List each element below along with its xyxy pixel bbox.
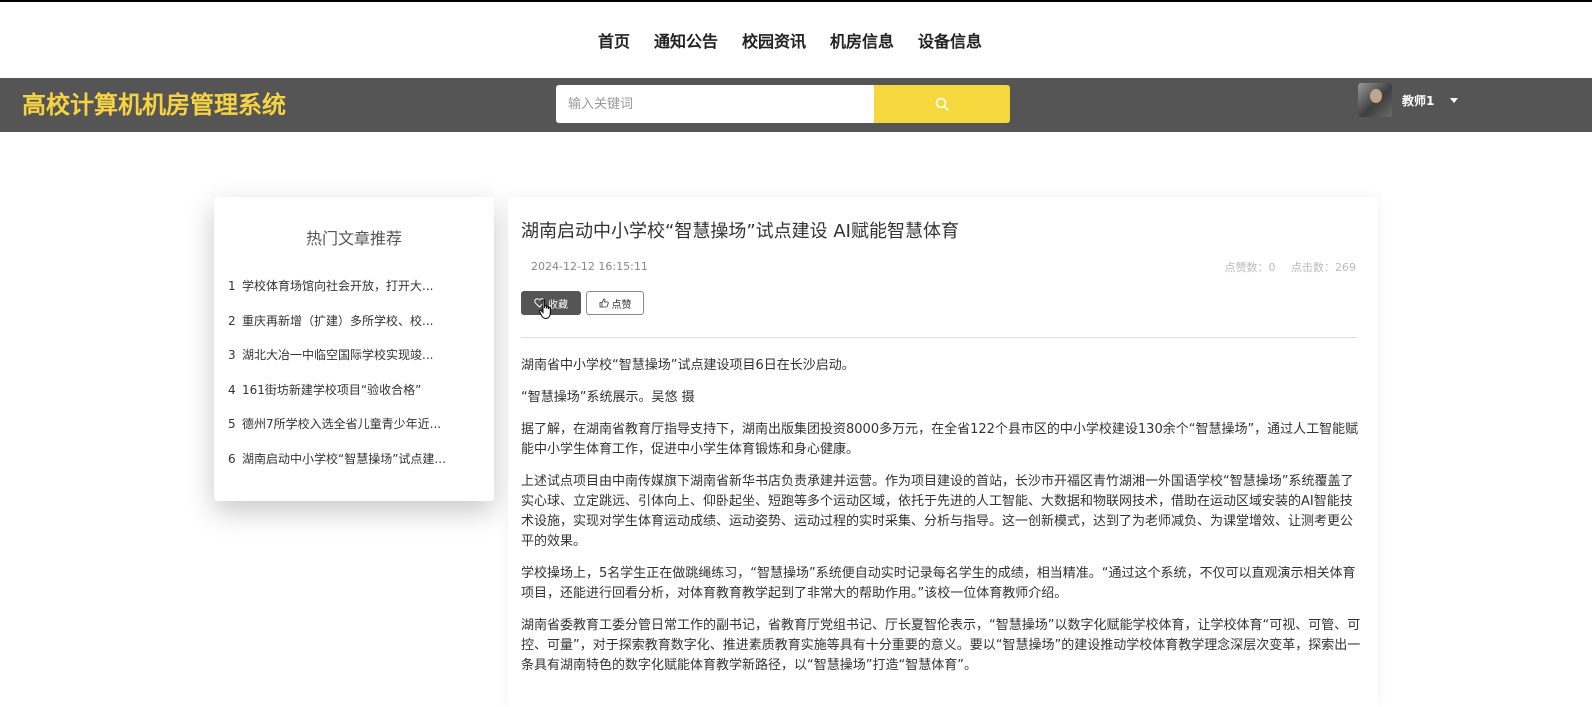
hot-article-number: 2 [228,313,236,328]
hot-article-number: 5 [228,417,236,432]
article-paragraph: 湖南省委教育工委分管日常工作的副书记，省教育厅党组书记、厅长夏智伦表示，“智慧操… [521,618,1361,673]
article-paragraph: 据了解，在湖南省教育厅指导支持下，湖南出版集团投资8000多万元，在全省122个… [521,422,1359,457]
hot-article-item[interactable]: 2 重庆再新增（扩建）多所学校、校... [228,312,446,347]
top-nav: 首页 通知公告 校园资讯 机房信息 设备信息 [0,28,1592,56]
hot-article-link[interactable]: 学校体育场馆向社会开放，打开大... [242,279,433,293]
hot-article-link[interactable]: 重庆再新增（扩建）多所学校、校... [242,314,433,328]
hot-articles-list: 1 学校体育场馆向社会开放，打开大... 2 重庆再新增（扩建）多所学校、校... … [228,277,446,485]
hot-article-item[interactable]: 4 161街坊新建学校项目“验收合格” [228,381,446,416]
article-card: 湖南启动中小学校“智慧操场”试点建设 AI赋能智慧体育 2024-12-12 1… [508,197,1378,707]
hot-article-item[interactable]: 1 学校体育场馆向社会开放，打开大... [228,277,446,312]
click-count: 点击数：269 [1291,261,1356,274]
hot-articles-title: 热门文章推荐 [305,229,402,248]
search-icon [935,97,949,111]
hot-article-number: 1 [228,279,236,293]
article-date: 2024-12-12 16:15:11 [531,260,648,273]
like-button[interactable]: 点赞 [586,291,644,315]
article-title: 湖南启动中小学校“智慧操场”试点建设 AI赋能智慧体育 [521,221,959,242]
nav-item-notices[interactable]: 通知公告 [654,28,718,56]
article-paragraph: 上述试点项目由中南传媒旗下湖南省新华书店负责承建并运营。作为项目建设的首站，长沙… [521,474,1354,549]
site-logo[interactable]: 高校计算机机房管理系统 [22,90,286,120]
hot-article-number: 4 [228,382,236,397]
hot-article-item[interactable]: 3 湖北大冶一中临空国际学校实现竣... [228,346,446,381]
avatar[interactable] [1358,83,1392,117]
username[interactable]: 教师1 [1402,92,1434,109]
hot-articles-panel: 热门文章推荐 1 学校体育场馆向社会开放，打开大... 2 重庆再新增（扩建）多所学… [214,197,494,501]
article-paragraph: 学校操场上，5名学生正在做跳绳练习，“智慧操场”系统便自动实时记录每名学生的成绩… [521,566,1356,601]
hand-cursor-icon [539,299,551,320]
nav-item-campus-news[interactable]: 校园资讯 [742,28,806,56]
user-menu[interactable]: 教师1 [1358,83,1459,117]
top-border [0,0,1592,2]
thumbs-up-icon [599,298,609,308]
hot-article-number: 6 [228,451,236,466]
nav-item-home[interactable]: 首页 [598,28,630,56]
article-stats: 点赞数：0 点击数：269 [1213,259,1357,275]
article-paragraph: 湖南省中小学校“智慧操场”试点建设项目6日在长沙启动。 [521,358,855,373]
hot-article-link[interactable]: 德州7所学校入选全省儿童青少年近... [242,417,441,431]
hot-article-item[interactable]: 5 德州7所学校入选全省儿童青少年近... [228,415,446,450]
header-bar: 高校计算机机房管理系统 教师1 [0,78,1592,132]
divider [521,337,1357,338]
search-button[interactable] [874,85,1010,123]
hot-article-link[interactable]: 161街坊新建学校项目“验收合格” [242,383,421,397]
article-paragraph: “智慧操场”系统展示。吴悠 摄 [521,390,695,405]
like-count: 点赞数：0 [1224,261,1276,274]
hot-article-number: 3 [228,348,236,363]
article-body: 湖南省中小学校“智慧操场”试点建设项目6日在长沙启动。 “智慧操场”系统展示。吴… [521,356,1361,688]
hot-article-link[interactable]: 湖南启动中小学校“智慧操场”试点建... [242,452,446,466]
hot-article-item[interactable]: 6 湖南启动中小学校“智慧操场”试点建... [228,450,446,485]
like-label: 点赞 [611,299,632,311]
nav-item-equipment-info[interactable]: 设备信息 [918,28,982,56]
hot-article-link[interactable]: 湖北大冶一中临空国际学校实现竣... [242,348,433,362]
search-input[interactable] [556,85,874,123]
nav-item-lab-info[interactable]: 机房信息 [830,28,894,56]
chevron-down-icon[interactable] [1450,97,1459,103]
